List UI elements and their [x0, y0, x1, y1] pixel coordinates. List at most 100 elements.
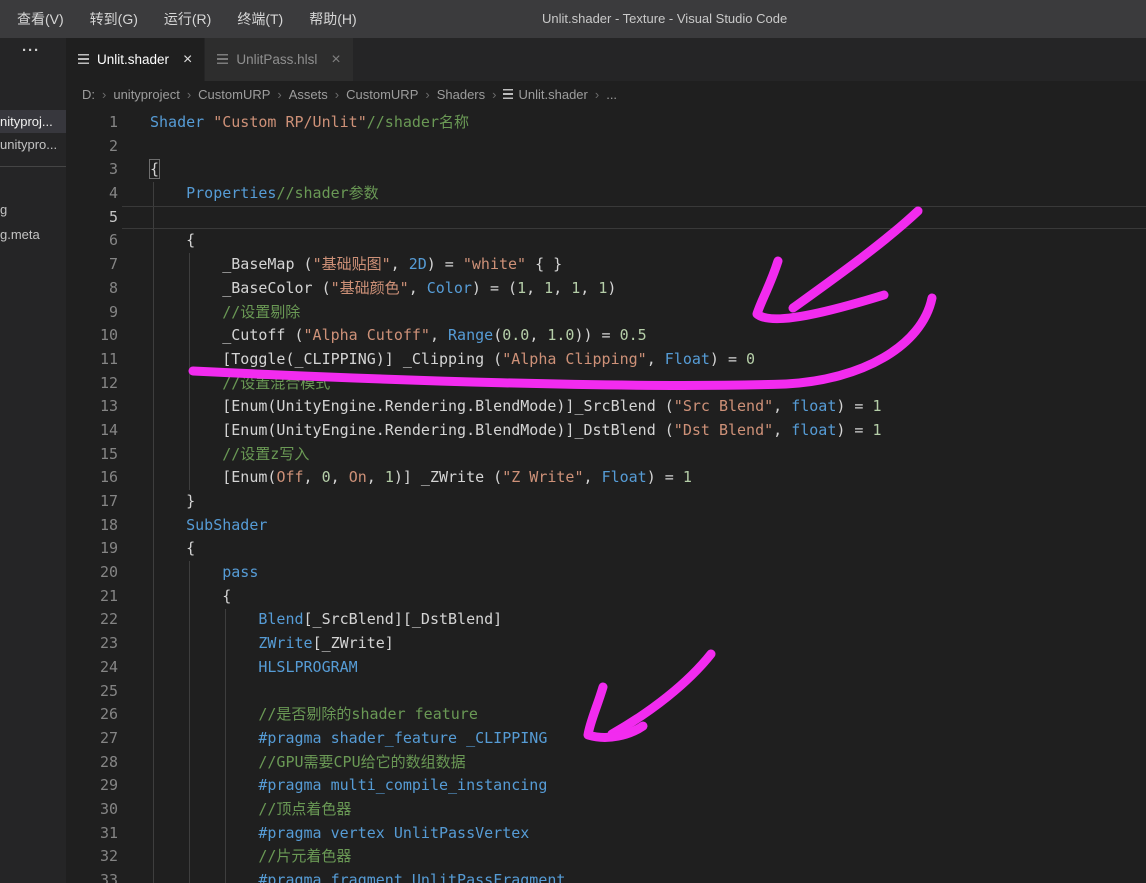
- code-line[interactable]: 7 _BaseMap ("基础贴图", 2D) = "white" { }: [66, 253, 1146, 277]
- code-line[interactable]: 21 {: [66, 585, 1146, 609]
- code-line[interactable]: 4 Properties//shader参数: [66, 182, 1146, 206]
- code-line[interactable]: 8 _BaseColor ("基础颜色", Color) = (1, 1, 1,…: [66, 277, 1146, 301]
- breadcrumb-item[interactable]: unityproject: [113, 87, 179, 102]
- line-number[interactable]: 3: [66, 158, 118, 182]
- breadcrumb-item[interactable]: CustomURP: [346, 87, 418, 102]
- line-number[interactable]: 2: [66, 135, 118, 159]
- line-number[interactable]: 20: [66, 561, 118, 585]
- code-text: Blend[_SrcBlend][_DstBlend]: [118, 608, 502, 632]
- code-line[interactable]: 5: [66, 205, 1146, 230]
- code-line[interactable]: 18 SubShader: [66, 514, 1146, 538]
- line-number[interactable]: 11: [66, 348, 118, 372]
- sidebar-item[interactable]: g.meta: [0, 223, 66, 246]
- code-line[interactable]: 22 Blend[_SrcBlend][_DstBlend]: [66, 608, 1146, 632]
- sidebar-item[interactable]: unitypro...: [0, 133, 66, 156]
- breadcrumb-item[interactable]: Assets: [289, 87, 328, 102]
- code-line[interactable]: 13 [Enum(UnityEngine.Rendering.BlendMode…: [66, 395, 1146, 419]
- tab-close-icon[interactable]: ×: [331, 51, 340, 68]
- line-number[interactable]: 8: [66, 277, 118, 301]
- code-line[interactable]: 15 //设置z写入: [66, 443, 1146, 467]
- code-line[interactable]: 29 #pragma multi_compile_instancing: [66, 774, 1146, 798]
- line-number[interactable]: 23: [66, 632, 118, 656]
- editor-tab-bar: Unlit.shader × UnlitPass.hlsl ×: [66, 38, 1146, 81]
- code-line[interactable]: 6 {: [66, 229, 1146, 253]
- line-number[interactable]: 14: [66, 419, 118, 443]
- code-line[interactable]: 20 pass: [66, 561, 1146, 585]
- code-line[interactable]: 24 HLSLPROGRAM: [66, 656, 1146, 680]
- code-line[interactable]: 14 [Enum(UnityEngine.Rendering.BlendMode…: [66, 419, 1146, 443]
- code-line[interactable]: 2: [66, 135, 1146, 159]
- menu-item[interactable]: 帮助(H): [296, 0, 369, 38]
- code-line[interactable]: 26 //是否剔除的shader feature: [66, 703, 1146, 727]
- code-line[interactable]: 30 //顶点着色器: [66, 798, 1146, 822]
- explorer-sidebar: ··· nityproj... unitypro... g g.meta: [0, 38, 66, 883]
- code-line[interactable]: 16 [Enum(Off, 0, On, 1)] _ZWrite ("Z Wri…: [66, 466, 1146, 490]
- line-number[interactable]: 30: [66, 798, 118, 822]
- code-line[interactable]: 23 ZWrite[_ZWrite]: [66, 632, 1146, 656]
- menu-item[interactable]: 运行(R): [151, 0, 224, 38]
- menu-item[interactable]: 查看(V): [4, 0, 77, 38]
- more-actions-icon[interactable]: ···: [22, 42, 40, 59]
- code-line[interactable]: 9 //设置剔除: [66, 301, 1146, 325]
- breadcrumb-item[interactable]: D:: [82, 87, 95, 102]
- breadcrumb-item[interactable]: ...: [606, 87, 617, 102]
- breadcrumb-item[interactable]: CustomURP: [198, 87, 270, 102]
- code-line[interactable]: 12 //设置混合模式: [66, 372, 1146, 396]
- line-number[interactable]: 4: [66, 182, 118, 206]
- line-number[interactable]: 1: [66, 111, 118, 135]
- line-number[interactable]: 22: [66, 608, 118, 632]
- line-number[interactable]: 27: [66, 727, 118, 751]
- code-line[interactable]: 33 #pragma fragment UnlitPassFragment: [66, 869, 1146, 883]
- line-number[interactable]: 33: [66, 869, 118, 883]
- code-line[interactable]: 28 //GPU需要CPU给它的数组数据: [66, 751, 1146, 775]
- code-token: 1: [384, 468, 394, 487]
- menu-item[interactable]: 转到(G): [77, 0, 151, 38]
- code-line[interactable]: 1 Shader "Custom RP/Unlit"//shader名称: [66, 111, 1146, 135]
- code-text: }: [118, 490, 195, 514]
- line-number[interactable]: 31: [66, 822, 118, 846]
- line-number[interactable]: 12: [66, 372, 118, 396]
- tab-unlit-shader[interactable]: Unlit.shader ×: [66, 38, 206, 81]
- line-number[interactable]: 24: [66, 656, 118, 680]
- line-number[interactable]: 7: [66, 253, 118, 277]
- line-number[interactable]: 13: [66, 395, 118, 419]
- line-number[interactable]: 21: [66, 585, 118, 609]
- code-line[interactable]: 31 #pragma vertex UnlitPassVertex: [66, 822, 1146, 846]
- line-number[interactable]: 9: [66, 301, 118, 325]
- breadcrumb-item[interactable]: Unlit.shader: [503, 87, 588, 102]
- line-number[interactable]: 32: [66, 845, 118, 869]
- line-number[interactable]: 15: [66, 443, 118, 467]
- line-number[interactable]: 6: [66, 229, 118, 253]
- sidebar-item[interactable]: g: [0, 198, 66, 221]
- line-number[interactable]: 28: [66, 751, 118, 775]
- code-token: ,: [773, 420, 792, 439]
- sidebar-item[interactable]: nityproj...: [0, 110, 66, 133]
- code-line[interactable]: 11 [Toggle(_CLIPPING)] _Clipping ("Alpha…: [66, 348, 1146, 372]
- line-number[interactable]: 26: [66, 703, 118, 727]
- line-number[interactable]: 16: [66, 466, 118, 490]
- code-line[interactable]: 19 {: [66, 537, 1146, 561]
- code-line[interactable]: 3{: [66, 158, 1146, 182]
- menu-item[interactable]: 终端(T): [224, 0, 296, 38]
- line-number[interactable]: 17: [66, 490, 118, 514]
- line-number[interactable]: 10: [66, 324, 118, 348]
- line-number[interactable]: 5: [66, 206, 118, 230]
- code-token: ) =: [709, 349, 747, 368]
- tab-unlitpass-hlsl[interactable]: UnlitPass.hlsl ×: [205, 38, 354, 81]
- breadcrumb-item[interactable]: Shaders: [437, 87, 485, 102]
- line-number[interactable]: 25: [66, 680, 118, 704]
- code-editor[interactable]: 1 Shader "Custom RP/Unlit"//shader名称 2 3{4 …: [66, 108, 1146, 883]
- line-number[interactable]: 29: [66, 774, 118, 798]
- line-number[interactable]: 19: [66, 537, 118, 561]
- tab-close-icon[interactable]: ×: [183, 51, 192, 68]
- code-line[interactable]: 32 //片元着色器: [66, 845, 1146, 869]
- code-line[interactable]: 10 _Cutoff ("Alpha Cutoff", Range(0.0, 1…: [66, 324, 1146, 348]
- code-line[interactable]: 17 }: [66, 490, 1146, 514]
- line-number[interactable]: 18: [66, 514, 118, 538]
- code-line[interactable]: 25: [66, 680, 1146, 704]
- code-token: ,: [773, 397, 792, 416]
- code-line[interactable]: 27 #pragma shader_feature _CLIPPING: [66, 727, 1146, 751]
